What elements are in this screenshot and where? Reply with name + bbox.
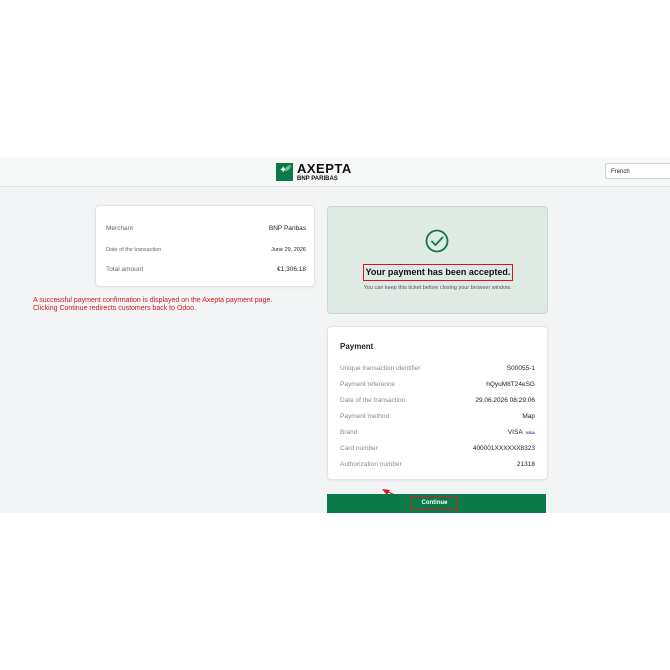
payment-row-value: Map	[522, 413, 535, 420]
total-amount-row: Total amount €1,306.18	[106, 266, 306, 273]
axepta-logo-icon: ✦	[276, 163, 293, 181]
payment-row: Unique transaction identifier S00055-1	[340, 365, 535, 372]
check-circle-icon	[425, 229, 449, 253]
payment-accepted-heading: Your payment has been accepted.	[363, 264, 513, 281]
payment-details-card: Payment Unique transaction identifier S0…	[327, 326, 548, 480]
payment-row-value: 29.06.2026 08:29:06	[475, 397, 535, 404]
annotation-line: A successful payment confirmation is dis…	[33, 297, 273, 304]
payment-row: Date of the transaction 29.06.2026 08:29…	[340, 397, 535, 404]
logo-subtitle: BNP PARIBAS	[297, 176, 338, 182]
payment-row-label: Date of the transaction	[340, 397, 406, 404]
payment-row: Brand VISA VISA	[340, 429, 535, 436]
payment-row-value: hQyuM8T24eSG	[486, 381, 535, 388]
transaction-date-label: Date of the transaction	[106, 247, 162, 253]
payment-row-value: 400001XXXXXX8323	[472, 445, 535, 452]
payment-row-label: Unique transaction identifier	[340, 365, 421, 372]
logo-title: AXEPTA	[297, 161, 352, 176]
payment-accepted-card: Your payment has been accepted. You can …	[327, 206, 548, 314]
payment-row-label: Payment reference	[340, 381, 395, 388]
payment-row: Payment method Map	[340, 413, 535, 420]
merchant-summary-card: Merchant BNP Paribas Date of the transac…	[95, 205, 315, 287]
annotation-note: A successful payment confirmation is dis…	[33, 297, 272, 313]
payment-page: ✦ AXEPTA BNP PARIBAS French Merchant BNP…	[0, 157, 670, 513]
payment-row-value: S00055-1	[506, 365, 535, 372]
payment-title: Payment	[340, 342, 374, 351]
merchant-value: BNP Paribas	[268, 225, 306, 232]
payment-row-value: 21318	[516, 461, 535, 468]
payment-row-label: Authorization number	[340, 461, 402, 468]
payment-row-label: Payment method	[340, 413, 390, 420]
transaction-date-row: Date of the transaction June 29, 2026	[106, 247, 306, 253]
merchant-row: Merchant BNP Paribas	[106, 225, 306, 232]
total-amount-value: €1,306.18	[277, 266, 306, 273]
continue-label: Continue	[411, 497, 458, 510]
payment-row-label: Card number	[340, 445, 378, 452]
keep-ticket-text: You can keep this ticket before closing …	[363, 285, 512, 291]
merchant-label: Merchant	[106, 225, 134, 232]
payment-row: Card number 400001XXXXXX8323	[340, 445, 535, 452]
total-amount-label: Total amount	[106, 266, 144, 273]
payment-row: Authorization number 21318	[340, 461, 535, 468]
axepta-logo: ✦ AXEPTA BNP PARIBAS	[276, 162, 352, 182]
payment-row: Payment reference hQyuM8T24eSG	[340, 381, 535, 388]
payment-row-value: VISA	[507, 429, 523, 436]
continue-button[interactable]: Continue	[327, 494, 546, 513]
annotation-line: Clicking Continue redirects customers ba…	[33, 305, 197, 312]
payment-row-label: Brand	[340, 429, 358, 436]
transaction-date-value: June 29, 2026	[271, 247, 306, 253]
visa-icon: VISA	[525, 429, 535, 435]
top-header: ✦ AXEPTA BNP PARIBAS French	[0, 157, 670, 187]
language-select[interactable]: French	[605, 163, 670, 179]
